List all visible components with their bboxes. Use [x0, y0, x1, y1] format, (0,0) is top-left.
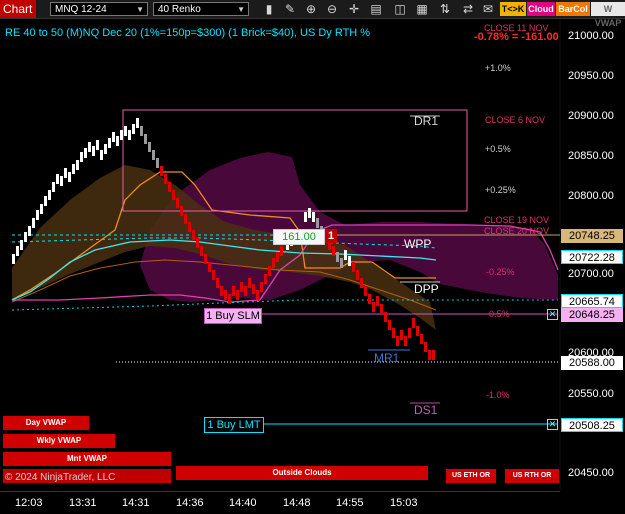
y-tick-20850: 20850.00: [568, 150, 614, 162]
x-axis-line: [0, 491, 560, 492]
buy-slm-order-tag[interactable]: 1 Buy SLM: [204, 308, 262, 324]
close-11nov-label: CLOSE 11 NOV: [484, 23, 549, 33]
x-tick-1203: 12:03: [15, 497, 43, 509]
x-tick-1431: 14:31: [122, 497, 150, 509]
pct-minus-025: -0.25%: [486, 267, 515, 277]
x-tick-1448: 14:48: [283, 497, 311, 509]
mnt-vwap-bar: Mnt VWAP: [3, 452, 171, 466]
outside-clouds-bar: Outside Clouds: [176, 466, 428, 480]
x-tick-1455: 14:55: [336, 497, 364, 509]
us-rth-or-bar: US RTH OR: [505, 469, 559, 483]
close-19nov-label: CLOSE 19 NOV: [484, 215, 550, 225]
price-box-lmt: 20508.25: [561, 418, 623, 432]
pct-minus-1: -1.0%: [486, 390, 510, 400]
x-tick-1331: 13:31: [69, 497, 97, 509]
wkly-vwap-bar: Wkly VWAP: [3, 434, 115, 448]
price-box-cyan-dashed: 20665.74: [561, 294, 623, 308]
dr1-label: DR1: [414, 114, 439, 128]
us-eth-or-bar: US ETH OR: [446, 469, 496, 483]
profit-loss-tag[interactable]: 161.00: [273, 229, 325, 245]
dpp-label: DPP: [414, 282, 439, 296]
y-tick-20550: 20550.00: [568, 388, 614, 400]
y-tick-20450: 20450.00: [568, 467, 614, 479]
y-tick-20700: 20700.00: [568, 268, 614, 280]
close-20nov-label: CLOSE 20 NOV: [484, 226, 550, 236]
cancel-slm-icon[interactable]: ✕: [547, 309, 558, 320]
close-6nov-label: CLOSE 6 NOV: [485, 115, 546, 125]
cyan-dashed-lower: [11, 299, 558, 311]
price-box-slm: 20648.25: [561, 308, 623, 322]
pct-plus-05: +0.5%: [485, 144, 511, 154]
ds1-label: DS1: [414, 403, 438, 417]
y-tick-21000: 21000.00: [568, 30, 614, 42]
y-tick-20950: 20950.00: [568, 70, 614, 82]
cancel-lmt-icon[interactable]: ✕: [547, 419, 558, 430]
mr1-label: MR1: [374, 351, 400, 365]
price-box-close: 20748.25: [561, 229, 623, 243]
buy-lmt-order-tag[interactable]: 1 Buy LMT: [204, 417, 264, 433]
pct-plus-025: +0.25%: [485, 185, 516, 195]
x-tick-1503: 15:03: [390, 497, 418, 509]
chart-title: RE 40 to 50 (M)NQ Dec 20 (1%=150p=$300) …: [5, 27, 371, 39]
price-box-cyan-curve: 20722.28: [561, 250, 623, 264]
x-tick-1436: 14:36: [176, 497, 204, 509]
day-vwap-bar: Day VWAP: [3, 416, 89, 430]
x-tick-1440: 14:40: [229, 497, 257, 509]
price-box-last: 20588.00: [561, 356, 623, 370]
y-tick-20800: 20800.00: [568, 190, 614, 202]
wpp-label: WPP: [404, 237, 432, 251]
position-qty-tag[interactable]: 1: [325, 229, 337, 243]
y-tick-20900: 20900.00: [568, 110, 614, 122]
copyright-text: © 2024 NinjaTrader, LLC: [5, 472, 116, 483]
pct-minus-05: -0.5%: [486, 309, 510, 319]
pct-plus-1: +1.0%: [485, 63, 511, 73]
